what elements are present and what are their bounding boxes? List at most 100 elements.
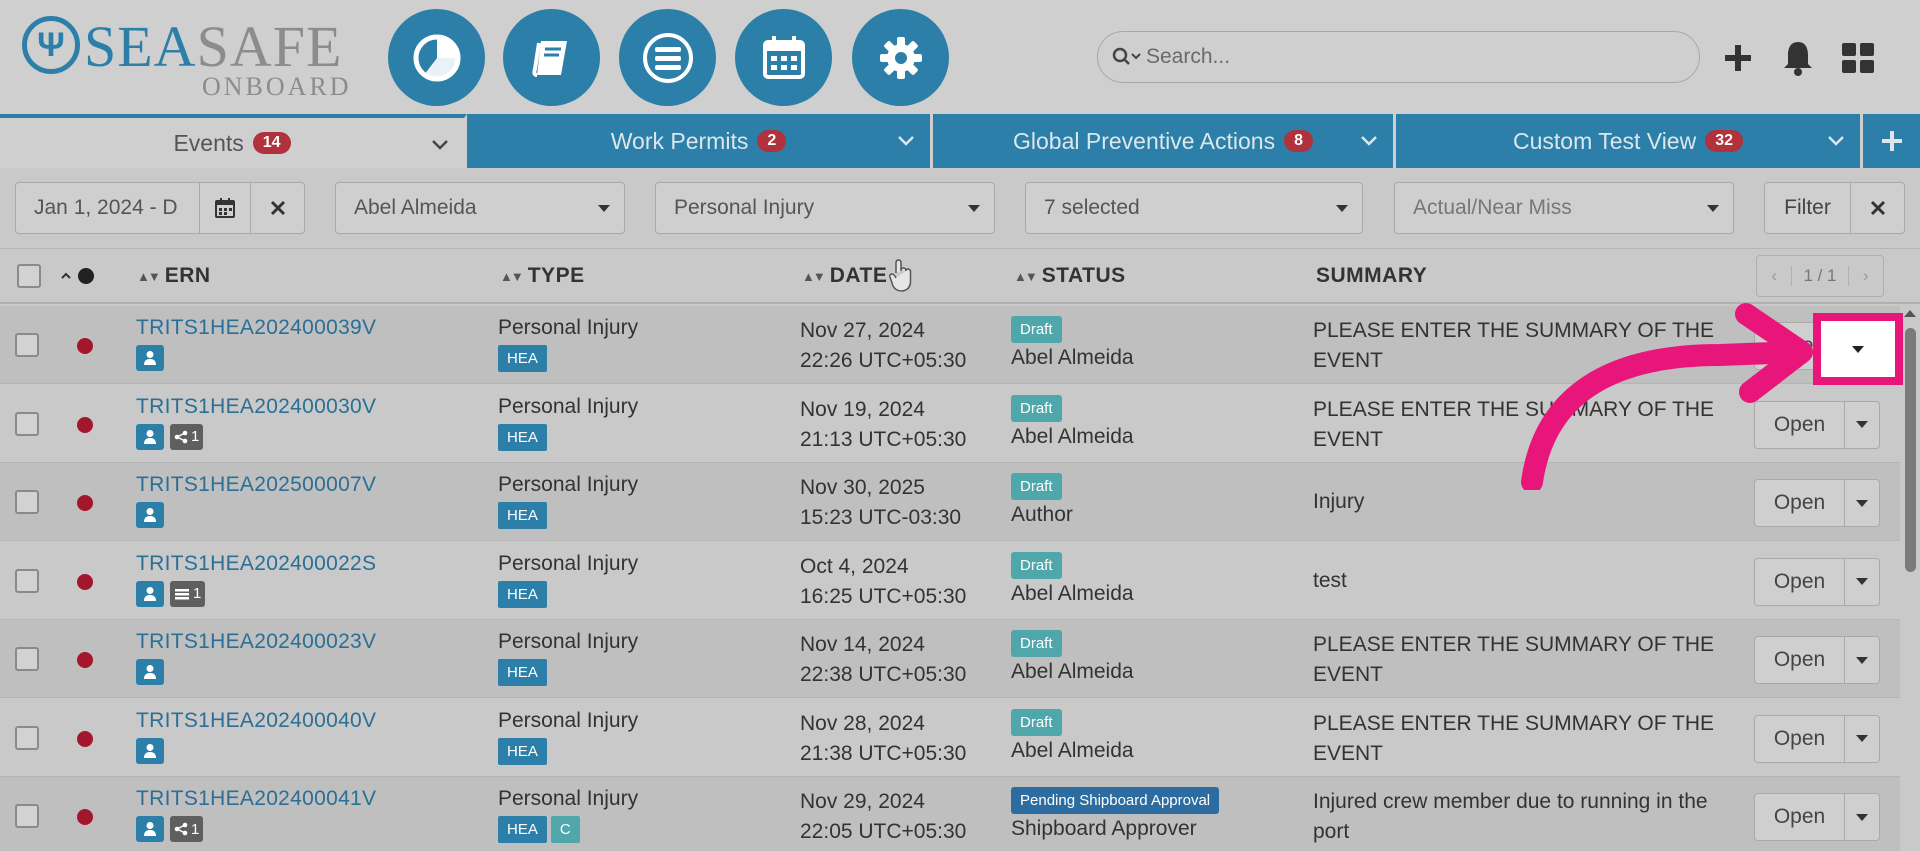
nav-menu-button[interactable] [619,9,716,106]
status-badge: Draft [1011,394,1062,422]
search-input[interactable] [1146,45,1666,69]
chevron-down-icon[interactable] [1826,131,1846,151]
view-tabs: Events 14 Work Permits 2 Global Preventi… [0,114,1920,168]
prev-page-button[interactable]: ‹ [1757,266,1791,286]
status-owner: Author [1011,503,1073,526]
priority-dot-icon [77,495,93,511]
sort-icon: ▲▼ [500,268,524,284]
nav-calendar-button[interactable] [735,9,832,106]
apps-grid-icon[interactable] [1838,38,1878,78]
person-filter-value: Abel Almeida [354,196,477,219]
priority-sort-header[interactable] [60,249,94,303]
event-type-filter[interactable]: Personal Injury [655,182,995,234]
status-owner: Abel Almeida [1011,738,1134,762]
column-status[interactable]: ▲▼ STATUS [1014,249,1126,303]
caret-down-icon [968,205,980,212]
ern-link[interactable]: TRITS1HEA202400039V [136,316,376,340]
status-owner: Abel Almeida [1011,660,1134,683]
person-filter[interactable]: Abel Almeida [335,182,625,234]
search-icon[interactable] [1112,45,1142,69]
nav-book-button[interactable] [503,9,600,106]
next-page-button[interactable]: › [1849,266,1883,286]
row-checkbox[interactable] [15,411,39,436]
caret-down-icon [1336,205,1348,212]
scrollbar[interactable] [1900,306,1920,851]
tab-global-preventive-actions[interactable]: Global Preventive Actions 8 [933,114,1396,168]
row-checkbox[interactable] [15,490,39,514]
tab-count-badge: 32 [1705,130,1744,152]
row-actions: Open [1754,714,1880,763]
open-dropdown-toggle[interactable] [1845,559,1879,605]
open-dropdown-toggle[interactable] [1845,637,1879,683]
event-time: 15:23 UTC-03:30 [800,506,962,529]
table-row[interactable]: TRITS1HEA202400040V Personal Injury HEA Nov… [0,698,1920,777]
select-all-checkbox[interactable] [17,249,41,303]
open-button[interactable]: Open [1755,794,1845,840]
person-icon [136,816,164,842]
status-badge: Draft [1011,708,1062,736]
row-checkbox[interactable] [15,333,39,357]
open-button[interactable]: Open [1755,715,1845,762]
column-ern[interactable]: ▲▼ ERN [137,249,211,303]
tab-count-badge: 8 [1284,130,1313,152]
status-badge: Pending Shipboard Approval [1011,787,1220,814]
calendar-picker-button[interactable] [199,182,251,234]
seasafe-logo[interactable]: Ψ SEASAFE ONBOARD [20,12,360,101]
tab-work-permits[interactable]: Work Permits 2 [467,114,933,168]
tab-custom-test-view[interactable]: Custom Test View 32 [1396,114,1863,168]
priority-dot-icon [77,416,93,433]
column-type[interactable]: ▲▼ TYPE [500,249,585,303]
filter-button[interactable]: Filter [1764,182,1851,234]
open-dropdown-toggle[interactable] [1845,794,1879,840]
clear-date-button[interactable] [250,182,305,234]
ern-link[interactable]: TRITS1HEA202400041V [136,787,376,811]
open-button[interactable]: Open [1755,558,1845,605]
row-checkbox[interactable] [15,568,39,593]
status-owner: Shipboard Approver [1011,817,1197,840]
actual-near-miss-filter[interactable]: Actual/Near Miss [1394,182,1734,234]
status-badge: Draft [1011,630,1062,657]
nav-dashboard-button[interactable] [388,9,485,106]
row-checkbox[interactable] [15,647,39,671]
chevron-down-icon[interactable] [896,131,916,151]
priority-dot-icon [77,338,93,354]
gear-icon [879,36,922,79]
status-owner: Abel Almeida [1011,424,1134,448]
open-dropdown-toggle[interactable] [1845,402,1879,448]
ern-link[interactable]: TRITS1HEA202400022S [136,552,376,576]
event-type-filter-value: Personal Injury [674,196,815,219]
chevron-down-icon[interactable] [430,135,450,155]
add-icon[interactable] [1718,38,1758,78]
scrollbar-thumb[interactable] [1905,328,1916,572]
bell-icon[interactable] [1778,38,1818,78]
highlighted-open-dropdown-toggle[interactable] [1813,313,1903,385]
open-dropdown-toggle[interactable] [1845,716,1879,762]
scroll-up-icon[interactable] [1904,310,1916,317]
clear-filters-button[interactable] [1850,182,1905,234]
date-range-filter[interactable]: Jan 1, 2024 - D [15,182,200,234]
row-checkbox[interactable] [15,725,39,750]
table-row[interactable]: TRITS1HEA202400041V 1 Personal Injury HEA C N… [0,777,1920,851]
ern-link[interactable]: TRITS1HEA202400030V [136,395,376,419]
ern-link[interactable]: TRITS1HEA202400023V [136,630,376,654]
open-button[interactable]: Open [1755,637,1845,683]
row-checkbox[interactable] [15,804,39,828]
nav-settings-button[interactable] [852,9,949,106]
open-dropdown-toggle[interactable] [1845,480,1879,526]
column-date[interactable]: ▲▼ DATE [802,249,887,303]
column-summary-label: SUMMARY [1316,264,1428,287]
chevron-down-icon[interactable] [1359,131,1379,151]
type-tag: HEA [498,659,547,686]
table-row[interactable]: TRITS1HEA202400022S 1 Personal Injury HEA Oc… [0,541,1920,620]
ern-link[interactable]: TRITS1HEA202400040V [136,709,376,733]
status-filter[interactable]: 7 selected [1025,182,1363,234]
event-type: Personal Injury [498,630,639,653]
tab-events[interactable]: Events 14 [0,114,467,168]
ern-link[interactable]: TRITS1HEA202500007V [136,473,376,497]
share-icon: 1 [170,423,204,450]
search-box[interactable] [1097,31,1700,83]
table-row[interactable]: TRITS1HEA202400023V Personal Injury HEA Nov… [0,620,1920,698]
priority-dot-icon [77,652,93,668]
add-tab-button[interactable] [1863,114,1920,168]
tab-count-badge: 2 [757,130,787,152]
